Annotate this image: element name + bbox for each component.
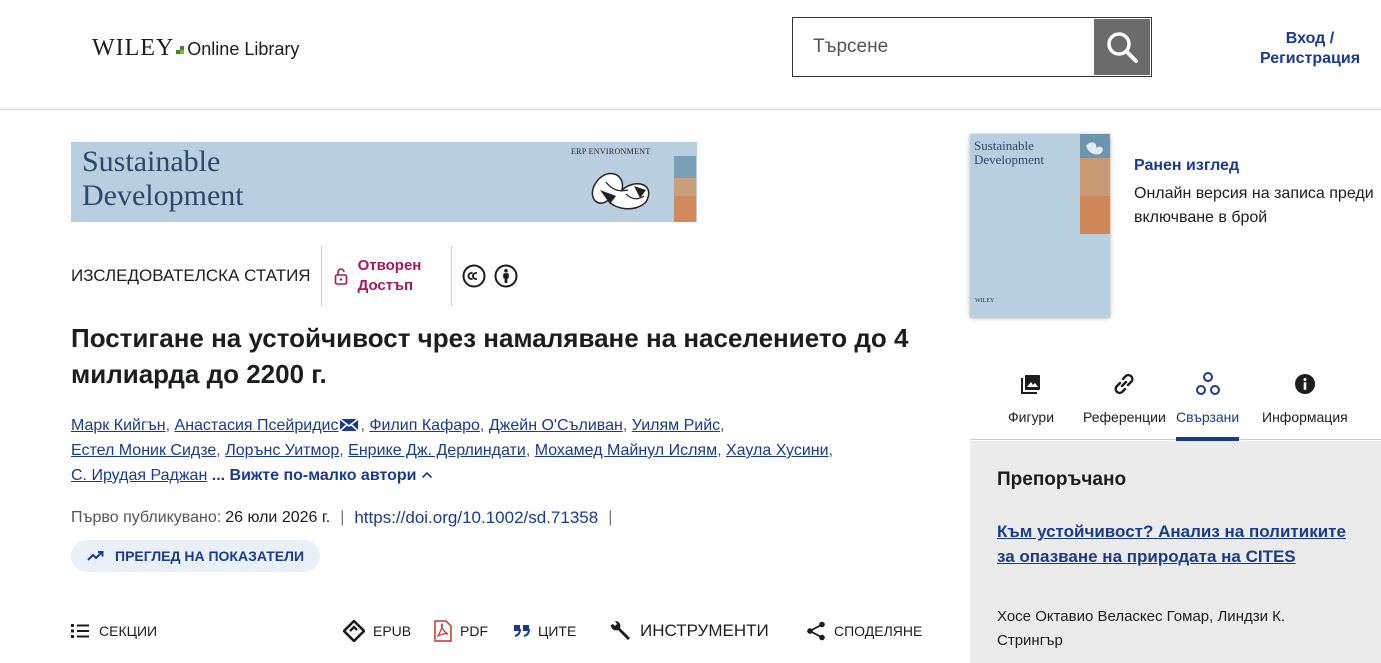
logo-mark-icon [176,46,185,54]
login-label: Вход / [1285,30,1335,47]
tools-label: ИНСТРУМЕНТИ [640,621,769,640]
recommended-panel: Препоръчано Към устойчивост? Анализ на п… [970,441,1381,663]
article-title: Постигане на устойчивост чрез намаляване… [71,323,909,389]
journal-banner[interactable]: Sustainable Development ERP ENVIRONMENT [71,142,697,222]
author-link[interactable]: С. Ирудая Раджан [71,467,207,484]
cite-label: ЦИТЕ [538,623,577,639]
article-type-label: ИЗСЛЕДОВАТЕЛСКА СТАТИЯ [71,246,322,306]
view-metrics-label: ПРЕГЛЕД НА ПОКАЗАТЕЛИ [115,548,305,564]
early-view-info: Ранен изглед Онлайн версия на записа пре… [1134,155,1374,230]
share-label: СПОДЕЛЯНЕ [834,623,923,639]
open-lock-icon [334,268,347,285]
journal-cover[interactable]: Sustainable Development WILEY [970,134,1110,317]
search-button[interactable] [1094,19,1150,75]
early-view-title[interactable]: Ранен изглед [1134,155,1374,177]
open-access-label: Отворен Достъп [357,257,422,294]
register-label: Регистрация [1259,50,1361,67]
search-input[interactable] [793,18,1094,76]
author-list: Марк Кийгън, Анастасия Псейридис, Филип … [71,417,834,484]
cover-artwork-icon [1080,134,1110,234]
author-link[interactable]: Хаула Хусини [726,442,829,459]
published-label: Първо публикувано: [71,509,222,526]
epub-button[interactable]: EPUB [343,617,411,645]
pdf-label: PDF [460,623,488,639]
share-button[interactable]: СПОДЕЛЯНЕ [806,617,922,645]
related-icon [1195,372,1220,395]
sections-label: СЕКЦИИ [99,623,158,639]
divider: | [340,509,345,526]
envelope-icon[interactable] [339,418,360,432]
tools-button[interactable]: ИНСТРУМЕНТИ [608,617,769,645]
pdf-icon [434,620,452,642]
image-icon [1021,375,1041,394]
link-icon [1114,373,1134,395]
show-fewer-authors-toggle[interactable]: ... Вижте по-малко автори [212,467,433,484]
cover-title: Sustainable Development [974,138,1045,167]
attribution-icon [494,264,518,288]
epub-label: EPUB [373,623,412,639]
sidebar-tabs: Фигури Референции Свързани Информация [970,368,1381,441]
published-date: 26 юли 2026 г. [225,509,331,526]
recommended-article-link[interactable]: Към устойчивост? Анализ на политиките за… [997,519,1347,569]
view-metrics-button[interactable]: ПРЕГЛЕД НА ПОКАЗАТЕЛИ [71,540,321,572]
banner-publisher-mark: ERP ENVIRONMENT [571,147,651,156]
article-type-row: ИЗСЛЕДОВАТЕЛСКА СТАТИЯ Отворен Достъп [71,246,518,306]
cover-publisher: WILEY [975,298,995,304]
tab-information[interactable]: Информация [1262,368,1348,440]
cite-button[interactable]: ЦИТЕ [514,617,576,645]
open-access-badge: Отворен Достъп [322,246,453,306]
pdf-button[interactable]: PDF [434,617,488,645]
author-link[interactable]: Естел Моник Сидзе [71,442,216,459]
tab-figures[interactable]: Фигури [1008,368,1054,440]
list-icon [71,624,89,638]
tab-references-label: Референции [1083,409,1166,425]
creative-commons-icon [462,264,486,288]
license-icons[interactable] [452,264,518,288]
author-link[interactable]: Уилям Рийс [632,417,720,434]
author-link[interactable]: Анастасия Псейридис [175,417,339,434]
chevron-up-icon [421,471,432,479]
author-link[interactable]: Лорънс Уитмор [225,442,339,459]
site-header: WILEY Online Library Вход / Регистрация [0,0,1381,110]
divider: | [608,509,613,526]
search-bar [792,17,1152,77]
recommended-heading: Препоръчано [997,469,1127,490]
sections-button[interactable]: СЕКЦИИ [71,617,157,645]
epub-icon [343,620,365,642]
quote-icon [514,625,530,637]
banner-artwork-icon [591,156,696,222]
tab-references[interactable]: Референции [1083,368,1166,440]
wrench-icon [610,620,630,640]
logo-library-text: Online Library [187,39,300,59]
recommended-authors: Хосе Октавио Веласкес Гомар, Линдзи К. С… [997,608,1286,649]
article-toolbar: СЕКЦИИ EPUB PDF ЦИТЕ ИНСТРУМЕНТИ СПОДЕЛЯ… [71,617,941,645]
publication-info: Първо публикувано: 26 юли 2026 г. | http… [71,508,622,528]
doi-link[interactable]: https://doi.org/10.1002/sd.71358 [354,508,598,528]
trending-up-icon [87,551,104,561]
search-icon [1107,32,1138,63]
author-link[interactable]: Джейн О'Съливан [489,417,623,434]
early-view-description: Онлайн версия на записа преди включване … [1134,185,1374,226]
share-icon [807,621,825,641]
logo-wordmark: WILEY [92,35,175,61]
wiley-logo[interactable]: WILEY Online Library [92,35,299,62]
tab-related-label: Свързани [1176,409,1240,425]
author-link[interactable]: Енрике Дж. Дерлиндати [348,442,526,459]
tab-information-label: Информация [1262,409,1348,425]
banner-journal-title: Sustainable Development [82,145,244,212]
tab-figures-label: Фигури [1008,409,1055,425]
author-link[interactable]: Филип Кафаро [369,417,480,434]
author-link[interactable]: Мохамед Майнул Ислям [535,442,717,459]
author-link[interactable]: Марк Кийгън [71,417,166,434]
info-icon [1294,374,1315,394]
login-register-link[interactable]: Вход / Регистрация [1240,29,1380,69]
tab-related[interactable]: Свързани [1176,368,1240,441]
